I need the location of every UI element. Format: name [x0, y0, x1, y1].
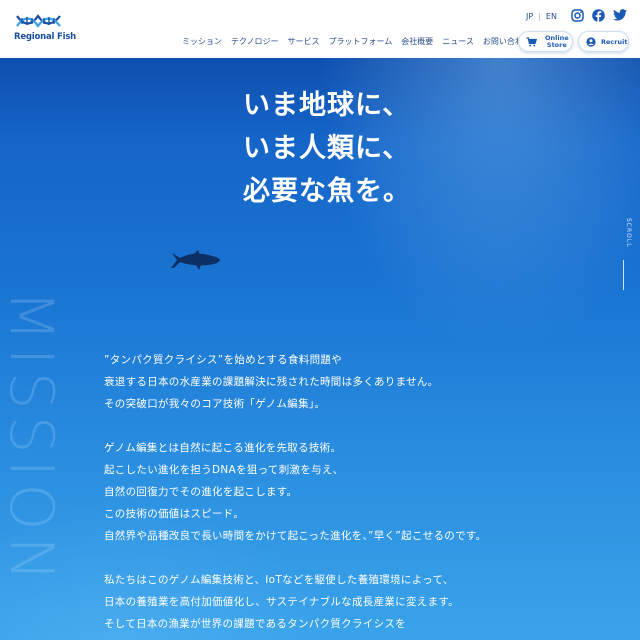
main-nav: ミッション テクノロジー サービス プラットフォーム 会社概要 ニュース お問い…: [182, 36, 531, 47]
brand-logo[interactable]: Regional Fish: [14, 14, 76, 46]
recruit-button[interactable]: Recruit: [578, 31, 629, 52]
nav-item-platform[interactable]: プラットフォーム: [329, 36, 393, 47]
twitter-icon: [613, 9, 627, 21]
hero-title: いま地球に、 いま人類に、 必要な魚を。: [243, 84, 411, 213]
online-store-label: Online Store: [545, 34, 569, 49]
mission-body: ”タンパク質クライシス”を始めとする食料問題や 衰退する日本の水産業の課題解決に…: [104, 349, 524, 640]
tuna-fish-image: [171, 250, 220, 270]
twitter-link[interactable]: [613, 9, 627, 21]
mission-paragraph: 私たちはこのゲノム編集技術と、IoTなどを駆使した養殖環境によって、 日本の養殖…: [104, 569, 524, 635]
site-header: Regional Fish JP | EN ミッション テクノロジー サービス …: [0, 0, 640, 58]
facebook-icon: [592, 9, 605, 22]
hero-title-line: いま人類に、: [243, 133, 411, 164]
mission-line: ゲノム編集とは自然に起こる進化を先取る技術。: [104, 442, 342, 454]
mission-line: 自然界や品種改良で長い時間をかけて起こった進化を、”早く”起こせるのです。: [104, 530, 487, 542]
scroll-indicator-label: SCROLL: [625, 218, 632, 248]
nav-item-company[interactable]: 会社概要: [401, 36, 433, 47]
brand-name: Regional Fish: [14, 32, 77, 42]
mission-line: この技術の価値はスピード。: [104, 508, 245, 520]
mission-line: 自然の回復力でその進化を起こします。: [104, 486, 298, 498]
lang-jp-link[interactable]: JP: [526, 12, 533, 21]
hero-title-line: いま地球に、: [243, 90, 411, 121]
nav-item-technology[interactable]: テクノロジー: [231, 36, 279, 47]
language-switcher: JP | EN: [526, 12, 557, 21]
hero-title-line: 必要な魚を。: [243, 176, 411, 207]
lang-separator: |: [538, 12, 541, 21]
facebook-link[interactable]: [592, 9, 605, 22]
mission-line: 起こしたい進化を担うDNAを狙って刺激を与え、: [104, 464, 344, 476]
mission-line: 日本の養殖業を高付加価値化し、サステイナブルな成長産業に変えます。: [104, 596, 459, 608]
mission-paragraph: ”タンパク質クライシス”を始めとする食料問題や 衰退する日本の水産業の課題解決に…: [104, 349, 524, 415]
mission-paragraph: ゲノム編集とは自然に起こる進化を先取る技術。 起こしたい進化を担うDNAを狙って…: [104, 437, 524, 547]
online-store-label-line2: Store: [546, 40, 567, 49]
lang-en-link[interactable]: EN: [546, 12, 557, 21]
nav-item-mission[interactable]: ミッション: [182, 36, 222, 47]
instagram-icon: [571, 9, 584, 22]
mission-line: その突破口が我々のコア技術「ゲノム編集」。: [104, 398, 326, 410]
recruit-person-icon: [586, 36, 596, 47]
scroll-indicator-line: [623, 260, 624, 290]
dna-logo-icon: [16, 14, 61, 28]
mission-line: ”タンパク質クライシス”を始めとする食料問題や: [104, 354, 342, 366]
mission-line: そして日本の漁業が世界の課題であるタンパク質クライシスを: [104, 618, 406, 630]
online-store-button[interactable]: Online Store: [518, 31, 573, 52]
recruit-label: Recruit: [601, 37, 628, 46]
mission-section-watermark: MISSION: [0, 290, 66, 588]
instagram-link[interactable]: [571, 9, 584, 22]
nav-item-services[interactable]: サービス: [288, 36, 320, 47]
nav-item-news[interactable]: ニュース: [442, 36, 474, 47]
mission-line: 衰退する日本の水産業の課題解決に残された時間は多くありません。: [104, 376, 439, 388]
mission-line: 私たちはこのゲノム編集技術と、IoTなどを駆使した養殖環境によって、: [104, 574, 454, 586]
shopping-cart-icon: [526, 36, 537, 46]
